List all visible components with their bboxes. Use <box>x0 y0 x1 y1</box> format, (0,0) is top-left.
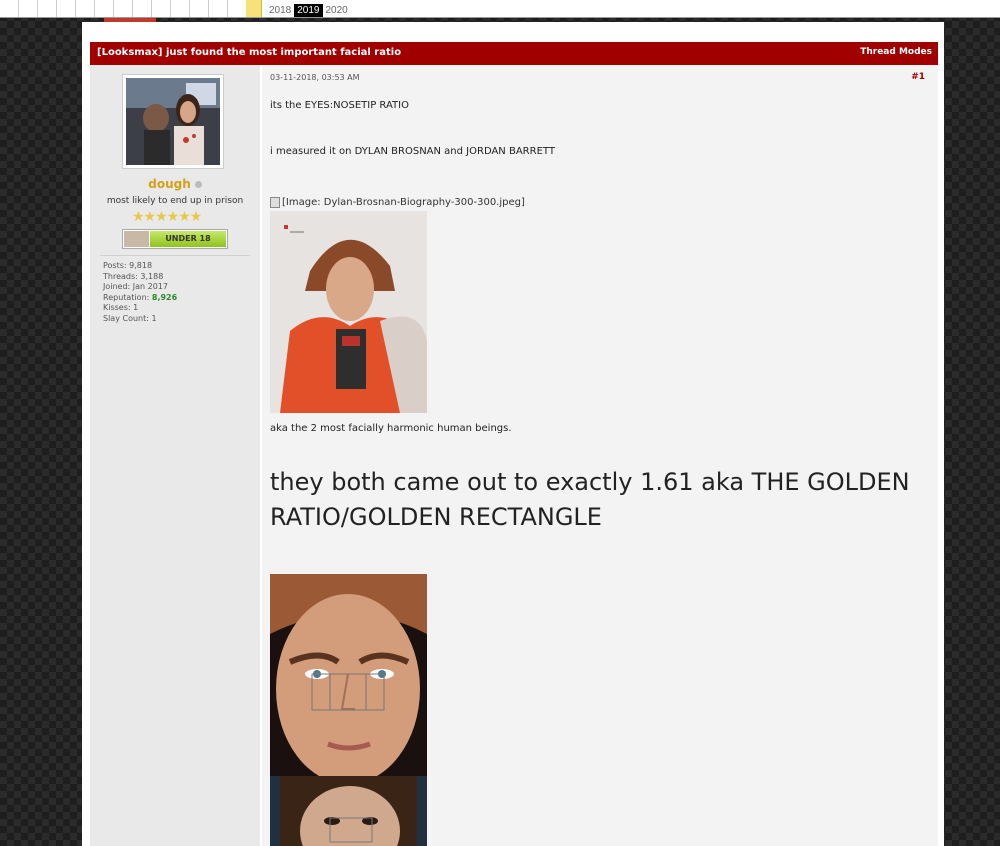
reputation-value: 8,926 <box>151 292 178 302</box>
post-date: 03-11-2018, 03:53 AM <box>270 73 360 82</box>
face-closeup-image <box>270 574 427 776</box>
second-face-image <box>270 776 427 846</box>
year-2018[interactable]: 2018 <box>266 4 294 17</box>
image-alt-text: [Image: Dylan-Brosnan-Biography-300-300.… <box>282 197 525 208</box>
stat-reputation: Reputation: 8,926 <box>103 293 177 304</box>
reputation-label: Reputation: <box>103 292 152 302</box>
capture-calendar-grid[interactable] <box>0 0 247 17</box>
divider <box>100 255 250 256</box>
post-line: i measured it on DYLAN BROSNAN and JORDA… <box>270 146 555 157</box>
capture-marker[interactable] <box>246 0 262 17</box>
page-content: [Looksmax] just found the most important… <box>82 22 944 846</box>
year-2019[interactable]: 2019 <box>294 4 323 17</box>
user-stats: Posts: 9,818 Threads: 3,188 Joined: Jan … <box>103 261 177 324</box>
post-headline: they both came out to exactly 1.61 aka T… <box>270 468 910 531</box>
stat-kisses: Kisses: 1 <box>103 303 139 312</box>
avatar-image <box>126 78 220 165</box>
stat-threads: Threads: 3,188 <box>103 271 164 281</box>
badge-label: UNDER 18 <box>150 231 226 247</box>
broken-image-icon <box>270 197 280 208</box>
rank-stars: ★★★★★★ <box>132 209 202 225</box>
stat-joined: Joined: Jan 2017 <box>103 282 169 291</box>
post-image-second-face[interactable] <box>270 776 427 846</box>
thread-title: [Looksmax] just found the most important… <box>97 47 402 58</box>
username-text[interactable]: dough <box>148 177 191 191</box>
post-image-face-closeup[interactable] <box>270 574 427 776</box>
post-line: aka the 2 most facially harmonic human b… <box>270 423 512 434</box>
post-line: its the EYES:NOSETIP RATIO <box>270 100 409 111</box>
portrait-image <box>270 211 427 413</box>
post-number-link[interactable]: #1 <box>911 72 925 82</box>
post-body: 03-11-2018, 03:53 AM #1 its the EYES:NOS… <box>262 65 938 846</box>
offline-status-icon <box>194 181 202 188</box>
user-badge: UNDER 18 <box>122 229 228 249</box>
post-image-portrait[interactable] <box>270 211 427 413</box>
stat-slay-count: Slay Count: 1 <box>103 313 157 323</box>
badge-thumbnail <box>124 231 149 247</box>
thread-modes-button[interactable]: Thread Modes <box>860 47 932 57</box>
user-title: most likely to end up in prison <box>106 196 244 206</box>
user-info-panel: dough most likely to end up in prison ★★… <box>90 65 260 846</box>
stat-posts: Posts: 9,818 <box>103 261 153 270</box>
year-2020[interactable]: 2020 <box>323 4 351 17</box>
year-selector: 2018 2019 2020 <box>266 4 351 17</box>
wayback-toolbar: 2018 2019 2020 <box>0 0 1000 18</box>
avatar[interactable] <box>122 74 224 169</box>
username[interactable]: dough <box>90 177 260 191</box>
thread-header: [Looksmax] just found the most important… <box>90 42 938 65</box>
